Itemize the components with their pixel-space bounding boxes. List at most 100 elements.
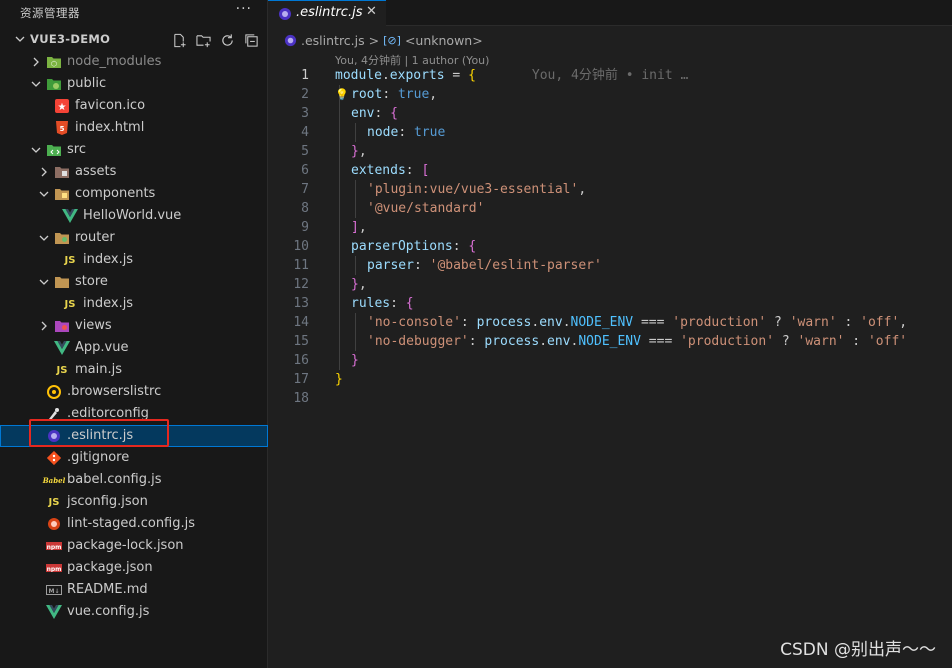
project-root[interactable]: VUE3-DEMO: [0, 29, 268, 51]
indent-guide: [339, 294, 340, 313]
tree-item[interactable]: JS index.js: [0, 293, 268, 315]
code-token: parserOptions: [351, 239, 453, 254]
breadcrumb-symbol[interactable]: <unknown>: [405, 33, 483, 48]
code-line[interactable]: 2 💡 root: true,: [268, 85, 952, 104]
code-token: .: [562, 315, 571, 330]
code-token: 'production': [680, 334, 775, 349]
code-token: :: [844, 334, 868, 349]
highlight-box: [29, 419, 169, 447]
tree-item[interactable]: JS index.js: [0, 249, 268, 271]
chevron-right-icon[interactable]: [30, 56, 42, 68]
tree-item[interactable]: .gitignore: [0, 447, 268, 469]
code-token: :: [382, 87, 398, 102]
symbol-variable-icon: [⊘]: [383, 33, 401, 47]
code-line[interactable]: 12},: [268, 275, 952, 294]
code-line[interactable]: 6 extends: [: [268, 161, 952, 180]
code-token: NODE_ENV: [570, 315, 634, 330]
breadcrumb-file[interactable]: .eslintrc.js: [301, 33, 365, 48]
indent-guide: [339, 104, 340, 123]
tree-item[interactable]: views: [0, 315, 268, 337]
chevron-down-icon[interactable]: [38, 188, 50, 200]
code-line[interactable]: 17}: [268, 370, 952, 389]
indent-guide: [355, 256, 356, 275]
tree-item[interactable]: assets: [0, 161, 268, 183]
tree-item[interactable]: store: [0, 271, 268, 293]
code-line[interactable]: 14 'no-console': process.env.NODE_ENV ===…: [268, 313, 952, 332]
code-line[interactable]: 8 '@vue/standard': [268, 199, 952, 218]
code-line[interactable]: 3 env: {: [268, 104, 952, 123]
tree-item[interactable]: 5 index.html: [0, 117, 268, 139]
more-actions-icon[interactable]: ···: [236, 1, 252, 17]
tree-item[interactable]: M↓ README.md: [0, 579, 268, 601]
tree-item[interactable]: ★ favicon.ico: [0, 95, 268, 117]
tree-item-label: package-lock.json: [67, 538, 184, 553]
code-token: env: [547, 334, 571, 349]
tree-item[interactable]: components: [0, 183, 268, 205]
code-line[interactable]: 1 module.exports = {You, 4分钟前 • init …: [268, 66, 952, 85]
tab-bar: .eslintrc.js ✕: [268, 0, 952, 26]
js-icon: JS: [48, 496, 60, 508]
code-line[interactable]: 15'no-debugger': process.env.NODE_ENV ==…: [268, 332, 952, 351]
chevron-right-icon[interactable]: [38, 320, 50, 332]
line-number: 15: [293, 334, 309, 349]
svg-text:5: 5: [60, 125, 65, 133]
chevron-down-icon[interactable]: [38, 276, 50, 288]
tree-item[interactable]: src: [0, 139, 268, 161]
tree-item-label: HelloWorld.vue: [83, 208, 182, 223]
tree-item[interactable]: .browserslistrc: [0, 381, 268, 403]
code-token: process: [476, 315, 532, 330]
tree-item-label: package.json: [67, 560, 153, 575]
tree-item[interactable]: Babel babel.config.js: [0, 469, 268, 491]
tree-item-label: public: [67, 76, 107, 91]
chevron-right-icon[interactable]: [38, 166, 50, 178]
tree-item[interactable]: ⬡ node_modules: [0, 51, 268, 73]
tree-item[interactable]: vue.config.js: [0, 601, 268, 623]
code-editor[interactable]: 1 module.exports = {You, 4分钟前 • init … 2 💡 r…: [268, 66, 952, 408]
router-folder-icon: [54, 230, 70, 246]
js-icon: JS: [64, 298, 76, 310]
new-file-icon[interactable]: [170, 31, 188, 49]
tree-item-label: README.md: [67, 582, 148, 597]
vue-config-icon: [46, 604, 62, 620]
tab-eslintrc[interactable]: .eslintrc.js ✕: [268, 0, 386, 26]
tree-item[interactable]: JS jsconfig.json: [0, 491, 268, 513]
code-line[interactable]: 5},: [268, 142, 952, 161]
tree-item[interactable]: npm package.json: [0, 557, 268, 579]
tab-label: .eslintrc.js: [296, 5, 363, 20]
refresh-icon[interactable]: [218, 31, 236, 49]
tree-item[interactable]: App.vue: [0, 337, 268, 359]
tree-item-label: favicon.ico: [75, 98, 146, 113]
code-token: {: [405, 296, 414, 311]
breadcrumb-separator: >: [368, 32, 380, 48]
code-line[interactable]: 16}: [268, 351, 952, 370]
code-line[interactable]: 11 parser: '@babel/eslint-parser': [268, 256, 952, 275]
code-token: :: [836, 315, 861, 330]
new-folder-icon[interactable]: [194, 31, 212, 49]
code-line[interactable]: 18: [268, 389, 952, 408]
code-line[interactable]: 9],: [268, 218, 952, 237]
chevron-down-icon[interactable]: [30, 144, 42, 156]
indent-guide: [339, 256, 340, 275]
code-line[interactable]: 7 'plugin:vue/vue3-essential',: [268, 180, 952, 199]
tree-item[interactable]: router: [0, 227, 268, 249]
tree-item[interactable]: public: [0, 73, 268, 95]
code-token: .: [381, 68, 390, 83]
chevron-down-icon[interactable]: [30, 78, 42, 90]
tree-item-label: vue.config.js: [67, 604, 150, 619]
code-line[interactable]: 10 parserOptions: {: [268, 237, 952, 256]
tree-item-label: components: [75, 186, 156, 201]
tree-item[interactable]: HelloWorld.vue: [0, 205, 268, 227]
chevron-down-icon[interactable]: [38, 232, 50, 244]
indent-guide: [339, 180, 340, 199]
close-icon[interactable]: ✕: [366, 4, 377, 19]
code-line[interactable]: 13 rules: {: [268, 294, 952, 313]
collapse-all-icon[interactable]: [242, 31, 260, 49]
line-number: 7: [301, 182, 309, 197]
lightbulb-icon[interactable]: 💡: [335, 85, 349, 104]
tree-item[interactable]: lint-staged.config.js: [0, 513, 268, 535]
code-line[interactable]: 4 node: true: [268, 123, 952, 142]
tree-item-label: router: [75, 230, 115, 245]
tree-item[interactable]: npm package-lock.json: [0, 535, 268, 557]
tree-item[interactable]: JS main.js: [0, 359, 268, 381]
code-token: 'off': [867, 334, 908, 349]
